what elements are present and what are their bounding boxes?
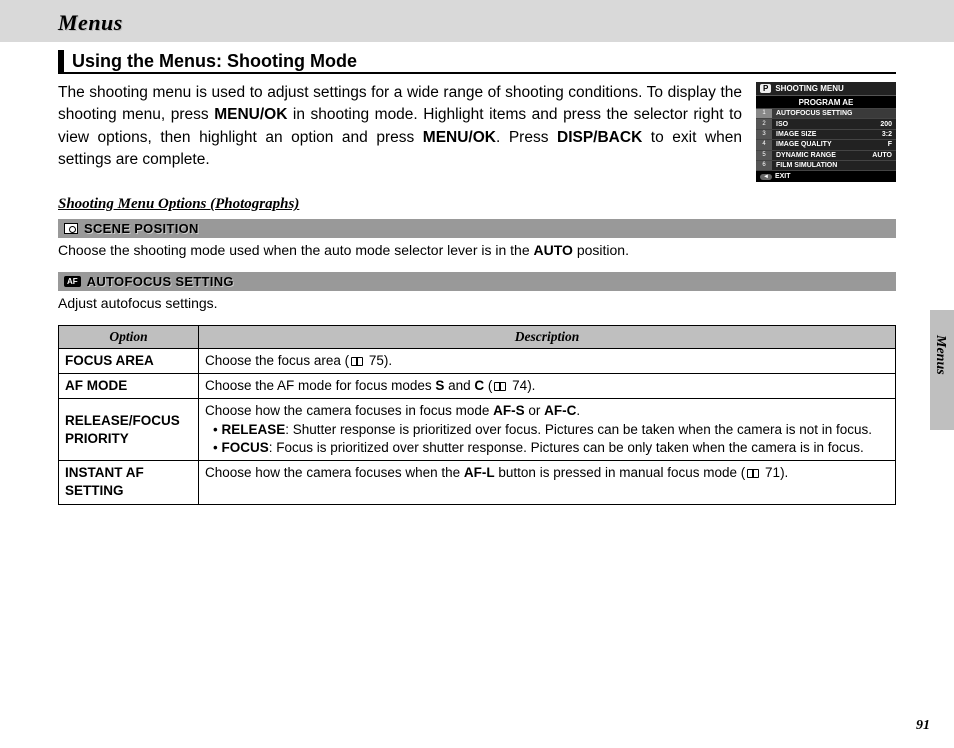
r3b2: AF-C xyxy=(544,403,576,418)
sp-b: AUTO xyxy=(534,242,573,258)
r3l1b: or xyxy=(525,403,545,418)
opt-af-mode: AF MODE xyxy=(59,374,199,399)
desc-focus-area: Choose the focus area ( 75). xyxy=(199,349,896,374)
table-row: RELEASE/FOCUS PRIORITY Choose how the ca… xyxy=(59,399,896,461)
shot-tab: 1 xyxy=(756,109,772,118)
sp-a: Choose the shooting mode used when the a… xyxy=(58,242,534,258)
shot-label: ISO xyxy=(776,121,880,128)
shot-header: P SHOOTING MENU xyxy=(756,82,896,96)
shot-row: 4 IMAGE QUALITYF xyxy=(756,139,896,149)
sp-c: position. xyxy=(573,242,629,258)
shot-tab: 5 xyxy=(756,151,772,160)
table-row: AF MODE Choose the AF mode for focus mod… xyxy=(59,374,896,399)
r3l2a: RELEASE xyxy=(221,422,285,437)
r3l1c: . xyxy=(576,403,580,418)
r2a: Choose the AF mode for focus modes xyxy=(205,378,435,393)
autofocus-table: Option Description FOCUS AREA Choose the… xyxy=(58,325,896,505)
section-title: Using the Menus: Shooting Mode xyxy=(72,51,357,72)
shot-row: 1 AUTOFOCUS SETTING xyxy=(756,108,896,118)
table-row: FOCUS AREA Choose the focus area ( 75). xyxy=(59,349,896,374)
r4d: 71). xyxy=(761,465,788,480)
menu-screenshot: P SHOOTING MENU PROGRAM AE 1 AUTOFOCUS SET… xyxy=(756,82,896,182)
r1a: Choose the focus area ( xyxy=(205,353,349,368)
shot-row: 3 IMAGE SIZE3:2 xyxy=(756,129,896,139)
shot-val: AUTO xyxy=(872,152,892,159)
table-row: INSTANT AF SETTING Choose how the camera… xyxy=(59,461,896,504)
af-icon: AF xyxy=(64,276,81,287)
shot-val: 200 xyxy=(880,121,892,128)
shot-exit: ◄EXIT xyxy=(756,170,896,182)
th-description: Description xyxy=(199,326,896,349)
shot-tab: 6 xyxy=(756,161,772,170)
shot-label: IMAGE SIZE xyxy=(776,131,882,138)
mode-p-icon: P xyxy=(760,84,771,93)
r2b2: C xyxy=(474,378,484,393)
intro-b3: DISP/BACK xyxy=(557,129,642,146)
shot-title: SHOOTING MENU xyxy=(775,84,843,93)
r2c: 74). xyxy=(508,378,535,393)
shot-row: 2 ISO200 xyxy=(756,118,896,128)
r1b: 75). xyxy=(365,353,392,368)
page-title: Menus xyxy=(58,10,123,36)
shot-row: 6 FILM SIMULATION xyxy=(756,160,896,170)
camera-icon xyxy=(64,223,78,234)
r3l2b: : Shutter response is prioritized over f… xyxy=(285,422,872,437)
table-header-row: Option Description xyxy=(59,326,896,349)
intro-text: The shooting menu is used to adjust sett… xyxy=(58,82,742,182)
opt-instant-af: INSTANT AF SETTING xyxy=(59,461,199,504)
r2m: and xyxy=(444,378,474,393)
shot-label: DYNAMIC RANGE xyxy=(776,152,872,159)
book-icon xyxy=(351,357,363,366)
book-icon xyxy=(494,382,506,391)
shot-tab: 4 xyxy=(756,140,772,149)
r4a: Choose how the camera focuses when the xyxy=(205,465,464,480)
scene-position-desc: Choose the shooting mode used when the a… xyxy=(58,241,896,260)
r4b: AF-L xyxy=(464,465,495,480)
autofocus-label: AUTOFOCUS SETTING xyxy=(87,274,234,289)
shot-exit-label: EXIT xyxy=(775,173,791,180)
shot-row: 5 DYNAMIC RANGEAUTO xyxy=(756,150,896,160)
shot-label: AUTOFOCUS SETTING xyxy=(776,110,892,117)
shot-label: FILM SIMULATION xyxy=(776,162,892,169)
autofocus-header: AF AUTOFOCUS SETTING xyxy=(58,272,896,291)
r4c: button is pressed in manual focus mode ( xyxy=(495,465,746,480)
scene-position-label: SCENE POSITION xyxy=(84,221,199,236)
shot-program: PROGRAM AE xyxy=(756,96,896,108)
shot-val: F xyxy=(888,141,892,148)
shot-val: 3:2 xyxy=(882,131,892,138)
intro-row: The shooting menu is used to adjust sett… xyxy=(58,82,896,182)
page-number: 91 xyxy=(916,718,930,734)
section-header: Using the Menus: Shooting Mode xyxy=(58,50,896,74)
r3b1: AF-S xyxy=(493,403,525,418)
shot-tab: 2 xyxy=(756,119,772,128)
autofocus-desc: Adjust autofocus settings. xyxy=(58,294,896,313)
scene-position-header: SCENE POSITION xyxy=(58,219,896,238)
section-marker xyxy=(58,50,64,72)
thumb-label: Menus xyxy=(932,335,948,375)
shot-label: IMAGE QUALITY xyxy=(776,141,888,148)
r3l1a: Choose how the camera focuses in focus m… xyxy=(205,403,493,418)
back-key-icon: ◄ xyxy=(760,174,772,180)
intro-b2: MENU/OK xyxy=(423,129,496,146)
opt-focus-area: FOCUS AREA xyxy=(59,349,199,374)
shot-tab: 3 xyxy=(756,130,772,139)
desc-instant-af: Choose how the camera focuses when the A… xyxy=(199,461,896,504)
page-header: Menus xyxy=(0,0,954,42)
r3l3b: : Focus is prioritized over shutter resp… xyxy=(269,440,864,455)
subsection-title: Shooting Menu Options (Photographs) xyxy=(58,196,896,213)
intro-c: . Press xyxy=(496,129,557,146)
r2b: ( xyxy=(484,378,492,393)
opt-release-focus: RELEASE/FOCUS PRIORITY xyxy=(59,399,199,461)
r3l3a: FOCUS xyxy=(221,440,268,455)
desc-release-focus: Choose how the camera focuses in focus m… xyxy=(199,399,896,461)
th-option: Option xyxy=(59,326,199,349)
intro-b1: MENU/OK xyxy=(214,106,287,123)
desc-af-mode: Choose the AF mode for focus modes S and… xyxy=(199,374,896,399)
book-icon xyxy=(747,469,759,478)
